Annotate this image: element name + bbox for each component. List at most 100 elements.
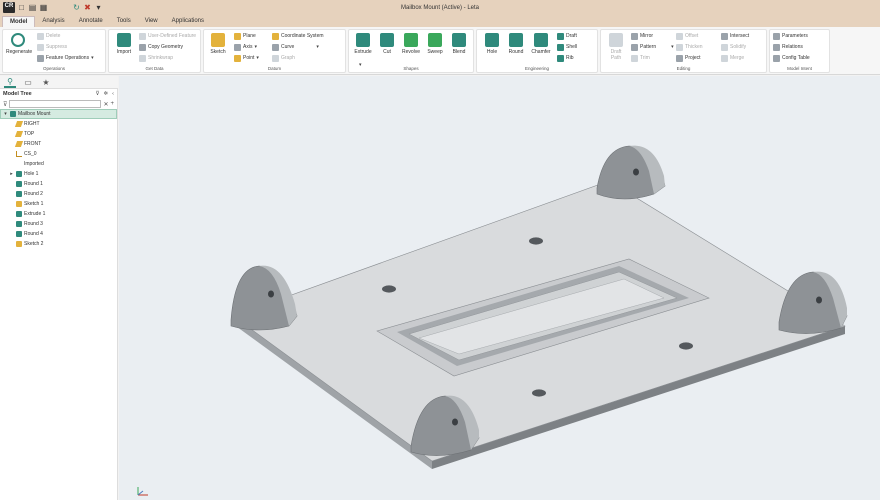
user-defined-feature-button[interactable]: User-Defined Feature — [139, 32, 196, 41]
boss-right[interactable] — [778, 271, 848, 334]
folder-tab-icon[interactable]: ▭ — [22, 78, 34, 87]
settings-icon[interactable]: ✲ — [104, 91, 109, 97]
parameters-button[interactable]: Parameters — [773, 32, 808, 41]
tree-item-top[interactable]: TOP — [0, 129, 117, 139]
funnel-icon[interactable]: ⊽ — [3, 101, 7, 108]
tree-item-cs0[interactable]: CS_0 — [0, 149, 117, 159]
curve-button[interactable]: Curve ▾ — [272, 43, 319, 52]
thicken-button[interactable]: Thicken — [676, 43, 703, 52]
tab-annotate[interactable]: Annotate — [72, 16, 110, 27]
project-button[interactable]: Project — [676, 54, 701, 63]
tree-item-label: Round 3 — [24, 221, 43, 227]
copy-geometry-button[interactable]: Copy Geometry — [139, 43, 183, 52]
clear-icon[interactable]: ✕ — [103, 101, 108, 108]
user-defined-button[interactable]: Draft Path — [604, 33, 628, 61]
config-table-button[interactable]: Config Table — [773, 54, 810, 63]
regenerate-button[interactable]: Regenerate — [6, 33, 32, 55]
new-icon[interactable]: □ — [17, 3, 26, 12]
tree-item-mailbox-mount[interactable]: ▾ Mailbox Mount — [0, 109, 117, 119]
mirror-button[interactable]: Mirror — [631, 32, 653, 41]
graph-button[interactable]: Graph — [272, 54, 295, 63]
collapse-icon[interactable]: ‹ — [112, 91, 114, 97]
rib-label: Rib — [566, 55, 574, 61]
tree-item-label: Round 4 — [24, 231, 43, 237]
group-get-data: Import User-Defined Feature Copy Geometr… — [108, 29, 201, 73]
pattern-button[interactable]: Pattern ▾ — [631, 43, 674, 52]
hole-button[interactable]: Hole — [480, 33, 504, 55]
import-icon — [117, 33, 131, 47]
tree-item-sketch-2[interactable]: Sketch 2 — [0, 239, 117, 249]
sketch-button[interactable]: Sketch — [206, 33, 230, 55]
tree-item-round-2[interactable]: Round 2 — [0, 189, 117, 199]
tree-item-right[interactable]: RIGHT — [0, 119, 117, 129]
filter-icon[interactable]: ⊽ — [96, 91, 100, 97]
merge-button[interactable]: Merge — [721, 54, 744, 63]
shrinkwrap-label: Shrinkwrap — [148, 55, 174, 61]
sweep-icon — [428, 33, 442, 47]
trim-button[interactable]: Trim — [631, 54, 650, 63]
tab-applications[interactable]: Applications — [165, 16, 211, 27]
model-tree-tab-icon[interactable]: ⚲ — [4, 77, 16, 88]
tree-item-round-3[interactable]: Round 3 — [0, 219, 117, 229]
solidify-icon — [721, 44, 728, 51]
graphics-viewport[interactable] — [119, 76, 880, 500]
tree-item-sketch-1[interactable]: Sketch 1 — [0, 199, 117, 209]
delete-button[interactable]: Delete — [37, 32, 60, 41]
axis-button[interactable]: Axis ▾ — [234, 43, 257, 52]
feature-operations-button[interactable]: Feature Operations ▾ — [37, 54, 94, 63]
intersect-button[interactable]: Intersect — [721, 32, 749, 41]
shrinkwrap-button[interactable]: Shrinkwrap — [139, 54, 173, 63]
tree-item-hole-1[interactable]: ▸ Hole 1 — [0, 169, 117, 179]
extrude-button[interactable]: Extrude — [351, 33, 375, 55]
tree-item-label: Hole 1 — [24, 171, 39, 177]
more-icon[interactable]: ▾ — [94, 3, 103, 12]
cut-button[interactable]: Cut — [375, 33, 399, 55]
revolve-button[interactable]: Revolve — [399, 33, 423, 55]
relations-button[interactable]: Relations — [773, 43, 803, 52]
suppress-button[interactable]: Suppress — [37, 43, 67, 52]
extrude-icon — [16, 211, 22, 217]
offset-button[interactable]: Offset — [676, 32, 698, 41]
tree-item-round-4[interactable]: Round 4 — [0, 229, 117, 239]
rib-button[interactable]: Rib — [557, 54, 574, 63]
tab-analysis[interactable]: Analysis — [35, 16, 71, 27]
import-button[interactable]: Import — [112, 33, 136, 55]
tree-item-extrude-1[interactable]: Extrude 1 — [0, 209, 117, 219]
close-icon[interactable]: ✖ — [83, 3, 92, 12]
chevron-down-icon[interactable]: ▾ — [3, 111, 8, 117]
point-button[interactable]: Point ▾ — [234, 54, 259, 63]
boss-back[interactable] — [596, 145, 666, 200]
tree-item-label: Round 2 — [24, 191, 43, 197]
group-engineering: Hole Round Chamfer Draft Shell Rib Engin… — [476, 29, 598, 73]
tree-item-label: Extrude 1 — [24, 211, 46, 217]
solidify-button[interactable]: Solidify — [721, 43, 746, 52]
chamfer-button[interactable]: Chamfer — [529, 33, 553, 55]
blend-button[interactable]: Blend — [447, 33, 471, 55]
tree-item-round-1[interactable]: Round 1 — [0, 179, 117, 189]
delete-label: Delete — [46, 33, 61, 39]
shell-button[interactable]: Shell — [557, 43, 577, 52]
chevron-right-icon[interactable]: ▸ — [9, 171, 14, 177]
regenerate-icon[interactable]: ↻ — [72, 3, 81, 12]
part-model[interactable] — [119, 76, 880, 500]
boss-left[interactable] — [230, 265, 298, 331]
coordinate-system-button[interactable]: Coordinate System — [272, 32, 324, 41]
open-icon[interactable]: ▤ — [28, 3, 37, 12]
sweep-label: Sweep — [427, 49, 443, 55]
add-icon[interactable]: + — [110, 101, 114, 107]
round-icon — [16, 231, 22, 237]
tree-item-front[interactable]: FRONT — [0, 139, 117, 149]
regenerate-icon — [11, 33, 25, 47]
favorites-tab-icon[interactable]: ★ — [40, 78, 52, 87]
save-icon[interactable]: ▦ — [39, 3, 48, 12]
sweep-button[interactable]: Sweep — [423, 33, 447, 55]
tree-item-imported[interactable]: Imported — [0, 159, 117, 169]
trim-label: Trim — [640, 55, 650, 61]
tab-view[interactable]: View — [138, 16, 165, 27]
tree-search-input[interactable] — [9, 100, 102, 108]
tab-model[interactable]: Model — [2, 16, 36, 27]
draft-button[interactable]: Draft — [557, 32, 577, 41]
plane-button[interactable]: Plane — [234, 32, 256, 41]
tab-tools[interactable]: Tools — [110, 16, 138, 27]
round-button[interactable]: Round — [504, 33, 528, 55]
